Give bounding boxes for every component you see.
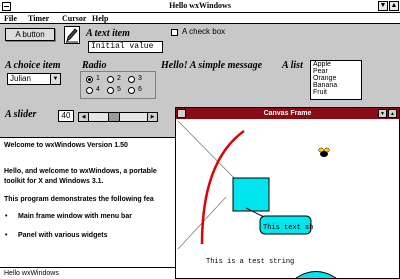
- list-item[interactable]: Pear: [311, 68, 361, 75]
- radio-option-label: 6: [138, 86, 142, 93]
- text-line: This program demonstrates the following …: [4, 196, 154, 203]
- text-line: Main frame window with menu bar: [18, 213, 132, 220]
- maximize-button[interactable]: ▲: [389, 1, 399, 11]
- menu-cursor[interactable]: Cursor: [62, 13, 86, 24]
- slider-label: A slider: [5, 109, 37, 120]
- slider-thumb[interactable]: [108, 113, 120, 121]
- choice-dropdown[interactable]: Julian ▼: [7, 73, 61, 85]
- list-label: A list: [282, 60, 303, 71]
- pencil-icon: [66, 28, 78, 43]
- choice-value: Julian: [10, 74, 31, 83]
- radio-option-4[interactable]: [86, 87, 93, 94]
- radio-option-6[interactable]: [128, 87, 135, 94]
- check-box[interactable]: [171, 29, 178, 36]
- simple-message: Hello! A simple message: [161, 60, 263, 71]
- menu-file[interactable]: File: [4, 13, 17, 24]
- a-button[interactable]: A button: [5, 28, 55, 41]
- slider-track[interactable]: ◀ ▶: [78, 112, 158, 122]
- canvas-title: Canvas Frame: [263, 110, 312, 117]
- menu-help[interactable]: Help: [92, 13, 108, 24]
- minimize-button[interactable]: ▼: [378, 1, 388, 11]
- bitmap-button[interactable]: [64, 26, 80, 44]
- radio-option-2[interactable]: [107, 76, 114, 83]
- diagonal-line: [177, 120, 239, 183]
- text-item-label: A text item: [86, 28, 130, 39]
- chevron-down-icon[interactable]: ▼: [50, 74, 60, 84]
- cyan-rectangle: [232, 177, 270, 212]
- bullet: •: [5, 213, 8, 220]
- bullet: •: [5, 232, 8, 239]
- menu-timer[interactable]: Timer: [28, 13, 49, 24]
- menu-bar: File Timer Cursor Help: [0, 13, 400, 24]
- list-item[interactable]: Apple: [311, 61, 361, 68]
- chevron-right-icon[interactable]: ▶: [147, 113, 157, 121]
- radio-option-1[interactable]: [86, 76, 93, 83]
- status-bar: Hello wxWindows: [0, 267, 178, 279]
- main-title-bar: Hello wxWindows ▼ ▲: [0, 0, 400, 13]
- maximize-button[interactable]: ▲: [388, 109, 397, 118]
- list-item[interactable]: Fruit: [311, 89, 361, 96]
- text-line: Hello, and welcome to wxWindows, a porta…: [4, 168, 157, 175]
- chevron-left-icon[interactable]: ◀: [79, 113, 89, 121]
- window-title: Hello wxWindows: [169, 1, 231, 10]
- list-item[interactable]: Banana: [311, 82, 361, 89]
- radio-box: 1 2 3 4 5 6: [80, 71, 156, 99]
- bee-icon: [318, 147, 330, 157]
- radio-option-label: 1: [96, 75, 100, 82]
- radio-option-label: 4: [96, 86, 100, 93]
- fruit-list[interactable]: Apple Pear Orange Banana Fruit: [310, 60, 362, 100]
- rounded-rect-text: This text sh: [263, 224, 313, 232]
- radio-option-3[interactable]: [128, 76, 135, 83]
- text-line: toolkit for X and Windows 3.1.: [4, 178, 104, 185]
- list-item[interactable]: Orange: [311, 75, 361, 82]
- test-string: This is a test string: [206, 258, 294, 266]
- text-window[interactable]: Welcome to wxWindows Version 1.50 Hello,…: [0, 137, 178, 267]
- radio-option-5[interactable]: [107, 87, 114, 94]
- radio-option-label: 5: [117, 86, 121, 93]
- radio-option-label: 2: [117, 75, 121, 82]
- text-line: Welcome to wxWindows Version 1.50: [4, 142, 128, 149]
- text-line: Panel with various widgets: [18, 232, 108, 239]
- radio-label: Radio: [82, 60, 107, 71]
- drawing-canvas[interactable]: This text sh This is a test string: [176, 119, 399, 278]
- slider-value: 40: [58, 110, 74, 122]
- choice-label: A choice item: [5, 60, 61, 71]
- canvas-title-bar: Canvas Frame ▼ ▲: [176, 108, 399, 119]
- canvas-frame[interactable]: Canvas Frame ▼ ▲ This text sh This is a …: [175, 107, 400, 279]
- radio-option-label: 3: [138, 75, 142, 82]
- text-item-field[interactable]: Initial value: [88, 41, 163, 53]
- checkbox-label: A check box: [182, 27, 226, 36]
- minimize-button[interactable]: ▼: [378, 109, 387, 118]
- cyan-arc: [295, 271, 337, 278]
